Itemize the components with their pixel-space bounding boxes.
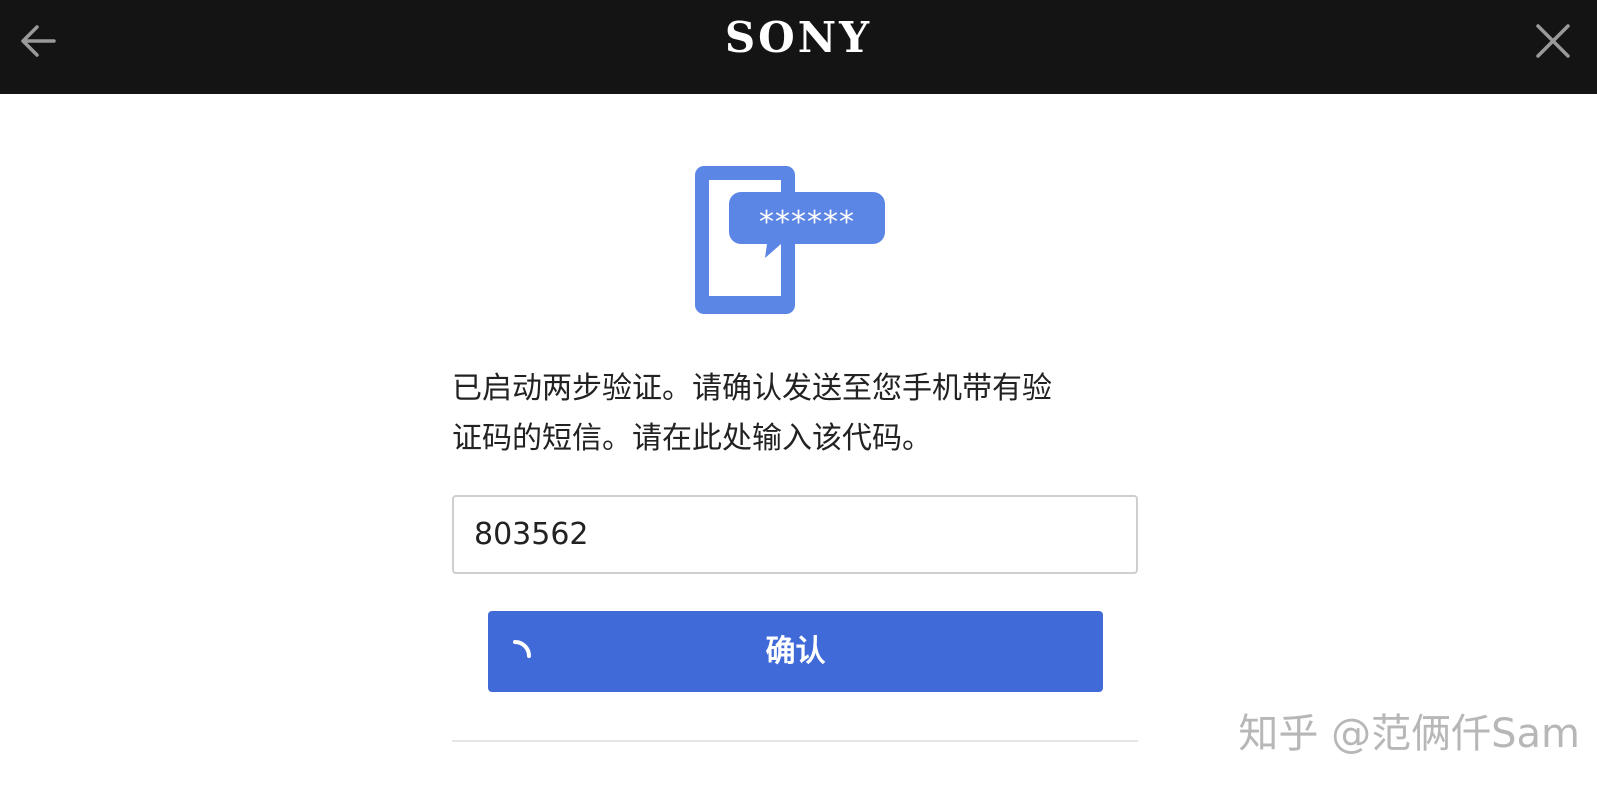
watermark: 知乎 @范俩仟Sam — [1238, 711, 1580, 757]
close-icon — [1536, 24, 1570, 58]
verification-message: 已启动两步验证。请确认发送至您手机带有验 证码的短信。请在此处输入该代码。 — [452, 364, 1152, 464]
message-line-1: 已启动两步验证。请确认发送至您手机带有验 — [452, 371, 1052, 406]
confirm-button[interactable]: 确认 — [488, 611, 1103, 692]
confirm-button-label: 确认 — [765, 634, 826, 669]
close-button[interactable] — [1530, 18, 1576, 64]
top-bar: SONY — [0, 0, 1597, 94]
divider — [452, 740, 1138, 742]
sony-logo: SONY — [724, 13, 873, 62]
sms-bubble-text: ****** — [759, 205, 855, 240]
message-line-2: 证码的短信。请在此处输入该代码。 — [452, 421, 932, 456]
phone-sms-code-icon: ****** — [695, 162, 895, 318]
verification-code-input[interactable] — [452, 495, 1138, 574]
